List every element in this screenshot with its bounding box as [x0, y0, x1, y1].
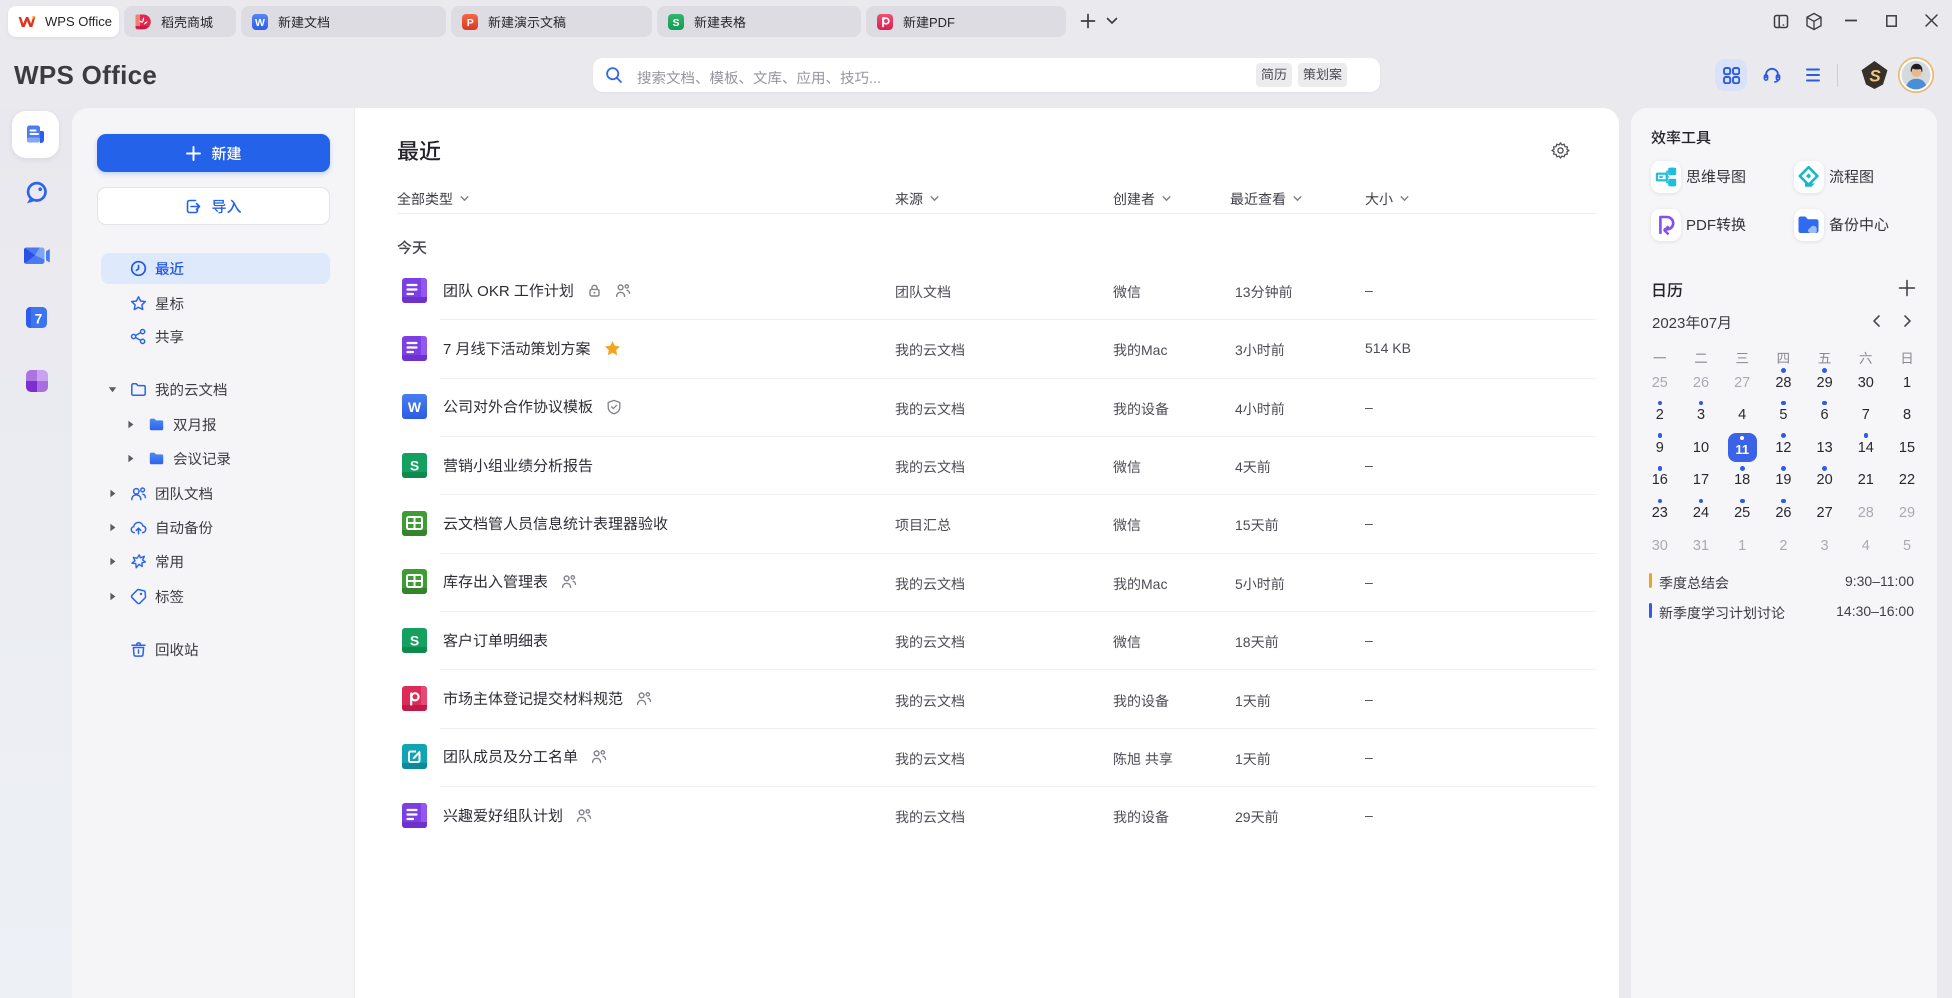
svg-text:P: P	[467, 17, 474, 29]
svg-text:7: 7	[35, 311, 43, 326]
svg-text:W: W	[255, 17, 265, 29]
svg-text:S: S	[410, 457, 419, 473]
svg-text:S: S	[672, 17, 679, 29]
svg-text:S: S	[1869, 67, 1881, 86]
svg-text:S: S	[410, 632, 419, 648]
svg-text:W: W	[408, 399, 422, 415]
